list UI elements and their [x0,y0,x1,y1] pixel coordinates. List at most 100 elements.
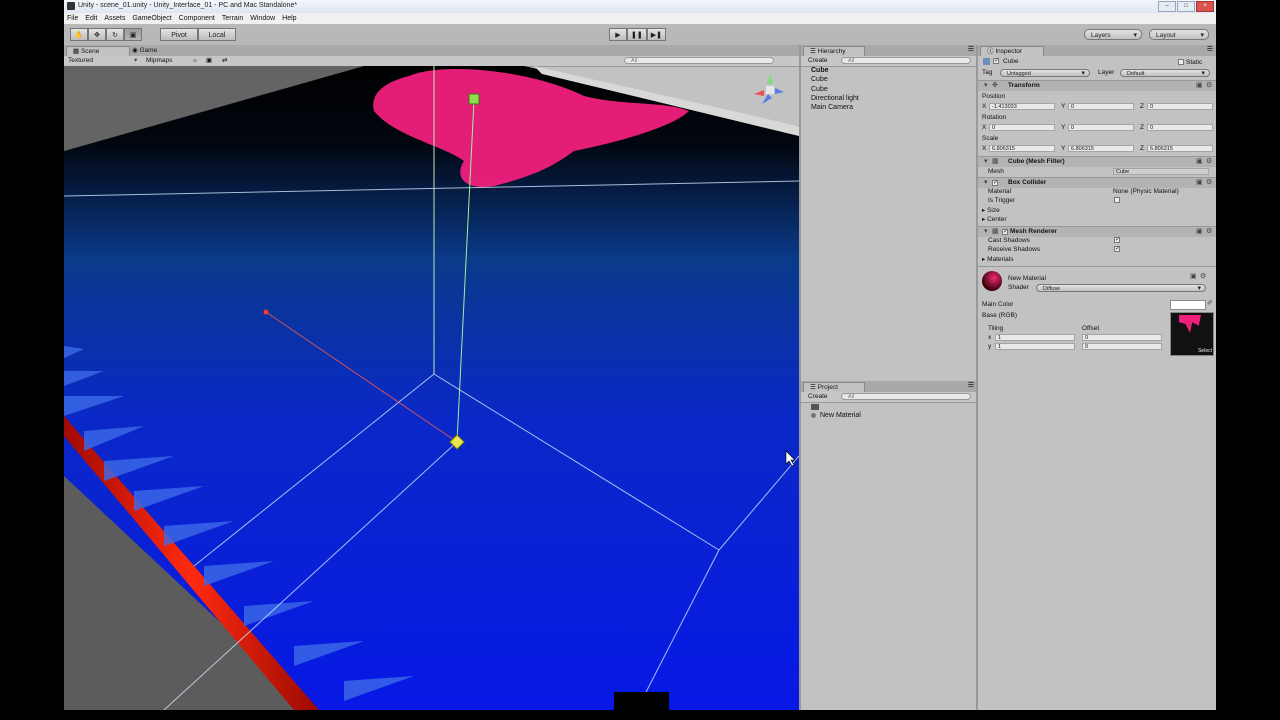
menu-component[interactable]: Component [179,13,215,24]
scene-viewport[interactable] [64,66,799,710]
hand-tool-button[interactable]: ✋ [70,28,88,41]
hierarchy-item-cube[interactable]: Cube [811,86,828,93]
pos-x-letter: X [982,103,987,110]
hierarchy-create-dropdown[interactable]: Create [808,56,828,66]
select-texture-button[interactable]: Select [1198,348,1212,354]
mesh-renderer-enabled-checkbox[interactable]: ✓ [1002,229,1008,235]
material-help-icon[interactable]: ▣ [1190,272,1197,280]
position-y-field[interactable]: 0 [1068,103,1134,110]
tiling-y-field[interactable]: 1 [995,343,1075,350]
play-button[interactable]: ▶ [609,28,627,41]
transform-gear-icon[interactable]: ⚙ [1206,81,1212,89]
project-search-input[interactable]: All [841,393,971,400]
box-collider-gear-icon[interactable]: ⚙ [1206,178,1212,186]
static-checkbox[interactable] [1178,59,1184,65]
material-gear-icon[interactable]: ⚙ [1200,272,1206,280]
layout-dropdown[interactable]: Layout [1149,29,1209,41]
base-texture-thumbnail[interactable]: Select [1170,312,1214,356]
center-label[interactable]: ▸ Center [982,215,1007,223]
scale-tool-button[interactable]: ▣ [124,28,142,41]
box-collider-enabled-checkbox[interactable]: ✓ [992,180,998,186]
mesh-filter-help-icon[interactable]: ▣ [1196,157,1203,165]
box-collider-help-icon[interactable]: ▣ [1196,178,1203,186]
mesh-filter-gear-icon[interactable]: ⚙ [1206,157,1212,165]
rotate-tool-button[interactable]: ↻ [106,28,124,41]
layers-dropdown[interactable]: Layers [1084,29,1142,41]
scale-z-field[interactable]: 6.806315 [1147,145,1213,152]
project-menu-icon[interactable]: ☰ [968,381,974,389]
scene-search-input[interactable]: All [624,57,774,64]
cast-shadows-checkbox[interactable]: ✓ [1114,237,1120,243]
object-name-field[interactable]: Cube [1003,58,1019,65]
folder-icon[interactable] [811,404,819,410]
rotation-x-field[interactable]: 0 [989,124,1055,131]
tab-game[interactable]: ◉ Game [126,46,178,56]
tag-dropdown[interactable]: Untagged [1000,69,1090,78]
audio-toggle-icon[interactable]: ⇄ [222,56,227,66]
pivot-toggle[interactable]: Pivot [160,28,198,41]
mesh-renderer-help-icon[interactable]: ▣ [1196,227,1203,235]
hierarchy-item-main-camera[interactable]: Main Camera [811,104,853,111]
collider-material-field[interactable]: None (Physic Material) [1113,188,1179,195]
menu-assets[interactable]: Assets [104,13,125,24]
position-x-field[interactable]: -1.413033 [989,103,1055,110]
is-trigger-checkbox[interactable] [1114,197,1120,203]
tiling-x-field[interactable]: 1 [995,334,1075,341]
rotation-z-field[interactable]: 0 [1147,124,1213,131]
offset-x-field[interactable]: 0 [1082,334,1162,341]
scale-y-field[interactable]: 6.806315 [1068,145,1134,152]
scale-x-field[interactable]: 6.806315 [989,145,1055,152]
mesh-renderer-gear-icon[interactable]: ⚙ [1206,227,1212,235]
project-create-dropdown[interactable]: Create [808,392,828,402]
menu-gameobject[interactable]: GameObject [132,13,171,24]
pause-button[interactable]: ❚❚ [627,28,647,41]
transform-help-icon[interactable]: ▣ [1196,81,1203,89]
local-toggle[interactable]: Local [198,28,236,41]
inspector-menu-icon[interactable]: ☰ [1207,45,1213,53]
main-color-swatch[interactable] [1170,300,1206,310]
menu-edit[interactable]: Edit [85,13,97,24]
mesh-field[interactable]: Cube [1113,168,1209,175]
box-collider-foldout-arrow-icon[interactable]: ▾ [984,178,988,186]
size-label[interactable]: ▸ Size [982,206,1000,214]
close-button[interactable]: × [1196,1,1214,12]
position-z-field[interactable]: 0 [1147,103,1213,110]
hierarchy-menu-icon[interactable]: ☰ [968,45,974,53]
minimize-button[interactable]: – [1158,1,1176,12]
hierarchy-item-cube-selected[interactable]: Cube [811,67,829,74]
transform-header[interactable]: ▾ ✥ Transform ▣ ⚙ [978,80,1216,91]
mesh-renderer-foldout-arrow-icon[interactable]: ▾ [984,227,988,235]
active-checkbox[interactable]: ✓ [993,58,999,64]
box-collider-header[interactable]: ▾ ✓ Box Collider ▣ ⚙ [978,177,1216,188]
render-mode-dropdown[interactable]: Textured [68,56,93,66]
hierarchy-item-directional-light[interactable]: Directional light [811,95,859,102]
project-item-new-material[interactable]: New Material [820,412,861,419]
mipmaps-dropdown[interactable]: Mipmaps [146,56,172,66]
materials-label[interactable]: ▸ Materials [982,255,1013,263]
transform-foldout-arrow-icon[interactable]: ▾ [984,81,988,89]
eyedropper-icon[interactable]: ✐ [1207,299,1213,307]
hierarchy-item-cube[interactable]: Cube [811,76,828,83]
menu-window[interactable]: Window [250,13,275,24]
lighting-toggle-icon[interactable]: ☼ [192,56,198,66]
rotation-y-field[interactable]: 0 [1068,124,1134,131]
hierarchy-search-input[interactable]: All [841,57,971,64]
menu-file[interactable]: File [67,13,78,24]
menu-help[interactable]: Help [282,13,296,24]
mesh-filter-foldout-arrow-icon[interactable]: ▾ [984,157,988,165]
mesh-renderer-header[interactable]: ▾ ▦ ✓ Mesh Renderer ▣ ⚙ [978,226,1216,237]
mesh-filter-title: Cube (Mesh Filter) [1008,158,1065,165]
shader-dropdown[interactable]: Diffuse [1036,284,1206,293]
orientation-gizmo[interactable] [754,74,784,104]
x-axis-handle[interactable] [263,309,269,315]
menu-terrain[interactable]: Terrain [222,13,243,24]
layer-dropdown[interactable]: Default [1120,69,1210,78]
receive-shadows-checkbox[interactable]: ✓ [1114,246,1120,252]
maximize-button[interactable]: □ [1177,1,1195,12]
step-button[interactable]: ▶❚ [646,28,666,41]
offset-y-field[interactable]: 0 [1082,343,1162,350]
mesh-filter-header[interactable]: ▾ ▦ Cube (Mesh Filter) ▣ ⚙ [978,156,1216,167]
y-axis-handle[interactable] [468,93,480,105]
overlay-toggle-icon[interactable]: ▣ [206,56,212,66]
move-tool-button[interactable]: ✥ [88,28,106,41]
